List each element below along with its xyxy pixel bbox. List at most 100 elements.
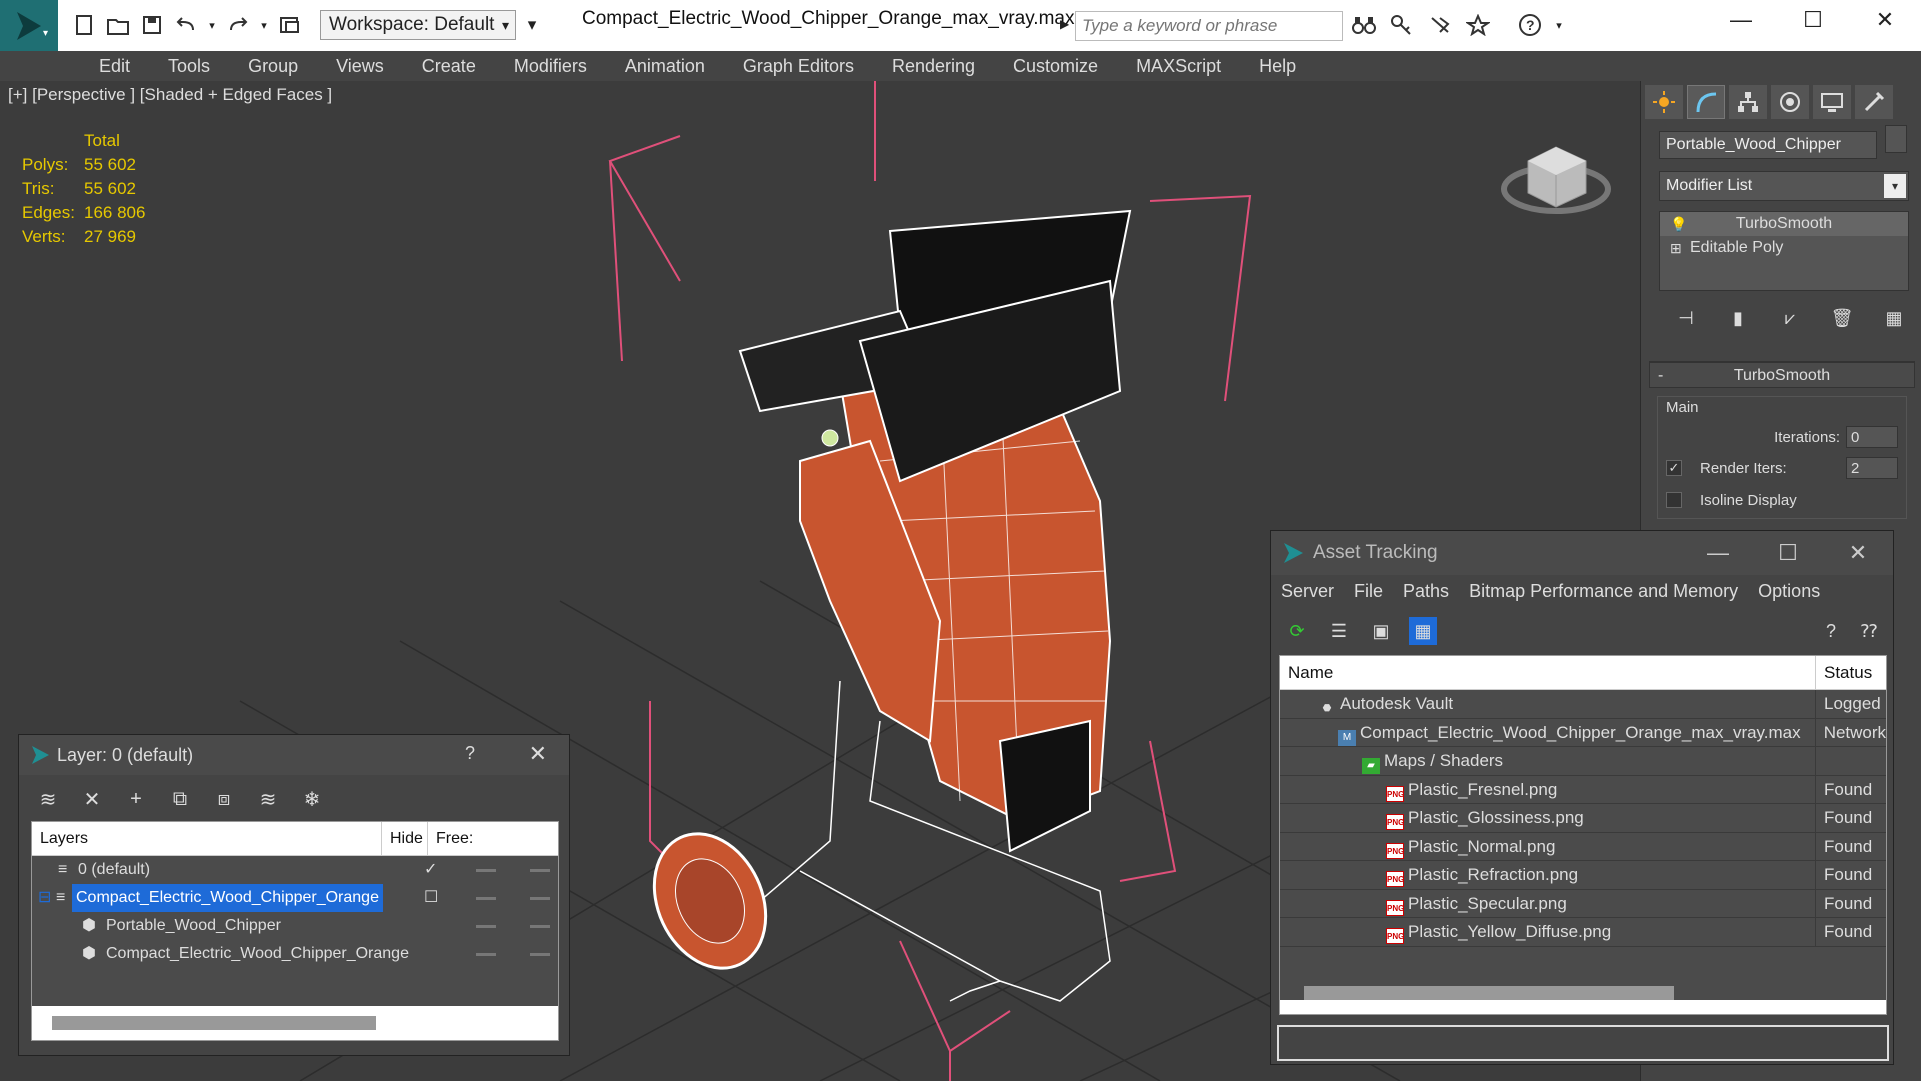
utilities-tab-icon[interactable] xyxy=(1855,85,1893,119)
asset-dialog-titlebar[interactable]: Asset Tracking — ☐ ✕ xyxy=(1271,531,1893,575)
freeze-toggle[interactable] xyxy=(530,925,550,928)
asset-status-field[interactable] xyxy=(1277,1025,1889,1061)
menu-views[interactable]: Views xyxy=(317,51,403,81)
menu-tools[interactable]: Tools xyxy=(149,51,229,81)
freeze-toggle[interactable] xyxy=(530,897,550,900)
asset-row[interactable]: ⬣ Autodesk Vault Logged xyxy=(1280,690,1886,719)
object-color-swatch[interactable] xyxy=(1885,125,1907,153)
lightbulb-icon[interactable]: 💡 xyxy=(1670,212,1687,236)
object-row[interactable]: ⬢ Compact_Electric_Wood_Chipper_Orange xyxy=(32,940,558,968)
configure-sets-icon[interactable]: ▦ xyxy=(1881,305,1907,331)
maximize-icon[interactable]: ☐ xyxy=(1753,531,1823,575)
redo-icon[interactable] xyxy=(224,12,252,38)
make-unique-icon[interactable]: ⩗ xyxy=(1777,305,1803,331)
help-button[interactable]: ? xyxy=(465,743,475,764)
column-status[interactable]: Status xyxy=(1816,656,1872,689)
column-freeze[interactable]: Free: xyxy=(428,822,558,855)
asset-row[interactable]: PNG Plastic_Specular.png Found xyxy=(1280,889,1886,918)
hide-toggle[interactable] xyxy=(476,869,496,872)
column-name[interactable]: Name xyxy=(1280,656,1816,689)
viewport-label[interactable]: [+] [Perspective ] [Shaded + Edged Faces… xyxy=(8,85,332,105)
help-icon[interactable]: ? xyxy=(1817,617,1845,645)
menu-file[interactable]: File xyxy=(1354,581,1403,602)
menu-help[interactable]: Help xyxy=(1240,51,1315,81)
undo-icon[interactable] xyxy=(172,12,200,38)
app-logo-icon[interactable]: ▾ xyxy=(0,0,58,51)
help-icon[interactable]: ? xyxy=(1516,12,1544,38)
maximize-icon[interactable]: ☐ xyxy=(1777,0,1849,40)
iterations-spinner[interactable] xyxy=(1846,426,1898,448)
new-file-icon[interactable] xyxy=(70,12,98,38)
new-layer-icon[interactable]: ≋ xyxy=(33,785,63,813)
project-folder-icon[interactable] xyxy=(276,12,304,38)
asset-row[interactable]: PNG Plastic_Yellow_Diffuse.png Found xyxy=(1280,918,1886,947)
select-objects-icon[interactable]: ⧉ xyxy=(165,785,195,813)
modify-tab-icon[interactable] xyxy=(1687,85,1725,119)
motion-tab-icon[interactable] xyxy=(1771,85,1809,119)
layer-row[interactable]: ≡ 0 (default) ✓ xyxy=(32,856,558,884)
add-to-layer-icon[interactable]: + xyxy=(121,785,151,813)
hierarchy-tab-icon[interactable] xyxy=(1729,85,1767,119)
active-layer-icon[interactable]: ☐ xyxy=(424,884,438,912)
binoculars-icon[interactable] xyxy=(1350,12,1378,38)
display-tab-icon[interactable] xyxy=(1813,85,1851,119)
help-dropdown-icon[interactable]: ▾ xyxy=(1554,12,1564,38)
save-file-icon[interactable] xyxy=(138,12,166,38)
delete-layer-icon[interactable]: ✕ xyxy=(77,785,107,813)
redo-dropdown-icon[interactable]: ▾ xyxy=(258,12,270,38)
context-help-icon[interactable]: ⁇ xyxy=(1855,617,1883,645)
viewcube-icon[interactable] xyxy=(1501,146,1611,214)
object-row[interactable]: ⬢ Portable_Wood_Chipper xyxy=(32,912,558,940)
workspace-dropdown[interactable]: Workspace: Default xyxy=(320,10,516,40)
hide-toggle[interactable] xyxy=(476,897,496,900)
sign-in-icon[interactable] xyxy=(1426,12,1454,38)
asset-row[interactable]: PNG Plastic_Refraction.png Found xyxy=(1280,861,1886,890)
undo-dropdown-icon[interactable]: ▾ xyxy=(206,12,218,38)
isoline-checkbox[interactable] xyxy=(1666,492,1682,508)
menu-rendering[interactable]: Rendering xyxy=(873,51,994,81)
column-layers[interactable]: Layers xyxy=(32,822,382,855)
menu-paths[interactable]: Paths xyxy=(1403,581,1469,602)
layer-row[interactable]: ⊟ ≡ Compact_Electric_Wood_Chipper_Orange… xyxy=(32,884,558,912)
asset-row[interactable]: PNG Plastic_Glossiness.png Found xyxy=(1280,804,1886,833)
highlight-selected-icon[interactable]: ⧈ xyxy=(209,785,239,813)
expand-plus-icon[interactable]: ⊞ xyxy=(1670,236,1682,260)
close-icon[interactable]: ✕ xyxy=(1823,531,1893,575)
collapse-icon[interactable]: ⊟ xyxy=(38,884,56,912)
horizontal-scrollbar[interactable] xyxy=(1304,986,1674,1000)
asset-row[interactable]: ▰ Maps / Shaders xyxy=(1280,747,1886,776)
star-icon[interactable] xyxy=(1464,12,1492,38)
menu-bitmap-performance[interactable]: Bitmap Performance and Memory xyxy=(1469,581,1758,602)
close-icon[interactable]: ✕ xyxy=(529,741,547,767)
menu-modifiers[interactable]: Modifiers xyxy=(495,51,606,81)
menu-animation[interactable]: Animation xyxy=(606,51,724,81)
column-hide[interactable]: Hide xyxy=(382,822,428,855)
close-icon[interactable]: ✕ xyxy=(1849,0,1921,40)
refresh-icon[interactable]: ⟳ xyxy=(1283,617,1311,645)
stack-item-editable-poly[interactable]: ⊞ Editable Poly xyxy=(1660,236,1908,260)
asset-row[interactable]: PNG Plastic_Normal.png Found xyxy=(1280,832,1886,861)
menu-server[interactable]: Server xyxy=(1281,581,1354,602)
hide-all-layers-icon[interactable]: ≋ xyxy=(253,785,283,813)
menu-group[interactable]: Group xyxy=(229,51,317,81)
search-input[interactable] xyxy=(1075,11,1343,41)
customize-toolbar-icon[interactable]: ▾ xyxy=(518,12,546,38)
freeze-all-layers-icon[interactable]: ❄ xyxy=(297,785,327,813)
create-tab-icon[interactable] xyxy=(1645,85,1683,119)
menu-options[interactable]: Options xyxy=(1758,581,1840,602)
wood-chipper-model[interactable] xyxy=(633,209,1132,1002)
menu-create[interactable]: Create xyxy=(403,51,495,81)
render-iters-checkbox[interactable]: ✓ xyxy=(1666,460,1682,476)
menu-edit[interactable]: Edit xyxy=(80,51,149,81)
horizontal-scrollbar[interactable] xyxy=(52,1016,376,1030)
asset-row[interactable]: PNG Plastic_Fresnel.png Found xyxy=(1280,775,1886,804)
thumbnail-view-icon[interactable]: ▣ xyxy=(1367,617,1395,645)
open-file-icon[interactable] xyxy=(104,12,132,38)
rollout-header[interactable]: TurboSmooth xyxy=(1649,362,1915,389)
list-view-icon[interactable]: ☰ xyxy=(1325,617,1353,645)
hide-toggle[interactable] xyxy=(476,953,496,956)
minimize-icon[interactable]: — xyxy=(1705,0,1777,40)
key-icon[interactable] xyxy=(1388,12,1416,38)
menu-maxscript[interactable]: MAXScript xyxy=(1117,51,1240,81)
remove-modifier-icon[interactable]: 🗑 xyxy=(1829,305,1855,331)
